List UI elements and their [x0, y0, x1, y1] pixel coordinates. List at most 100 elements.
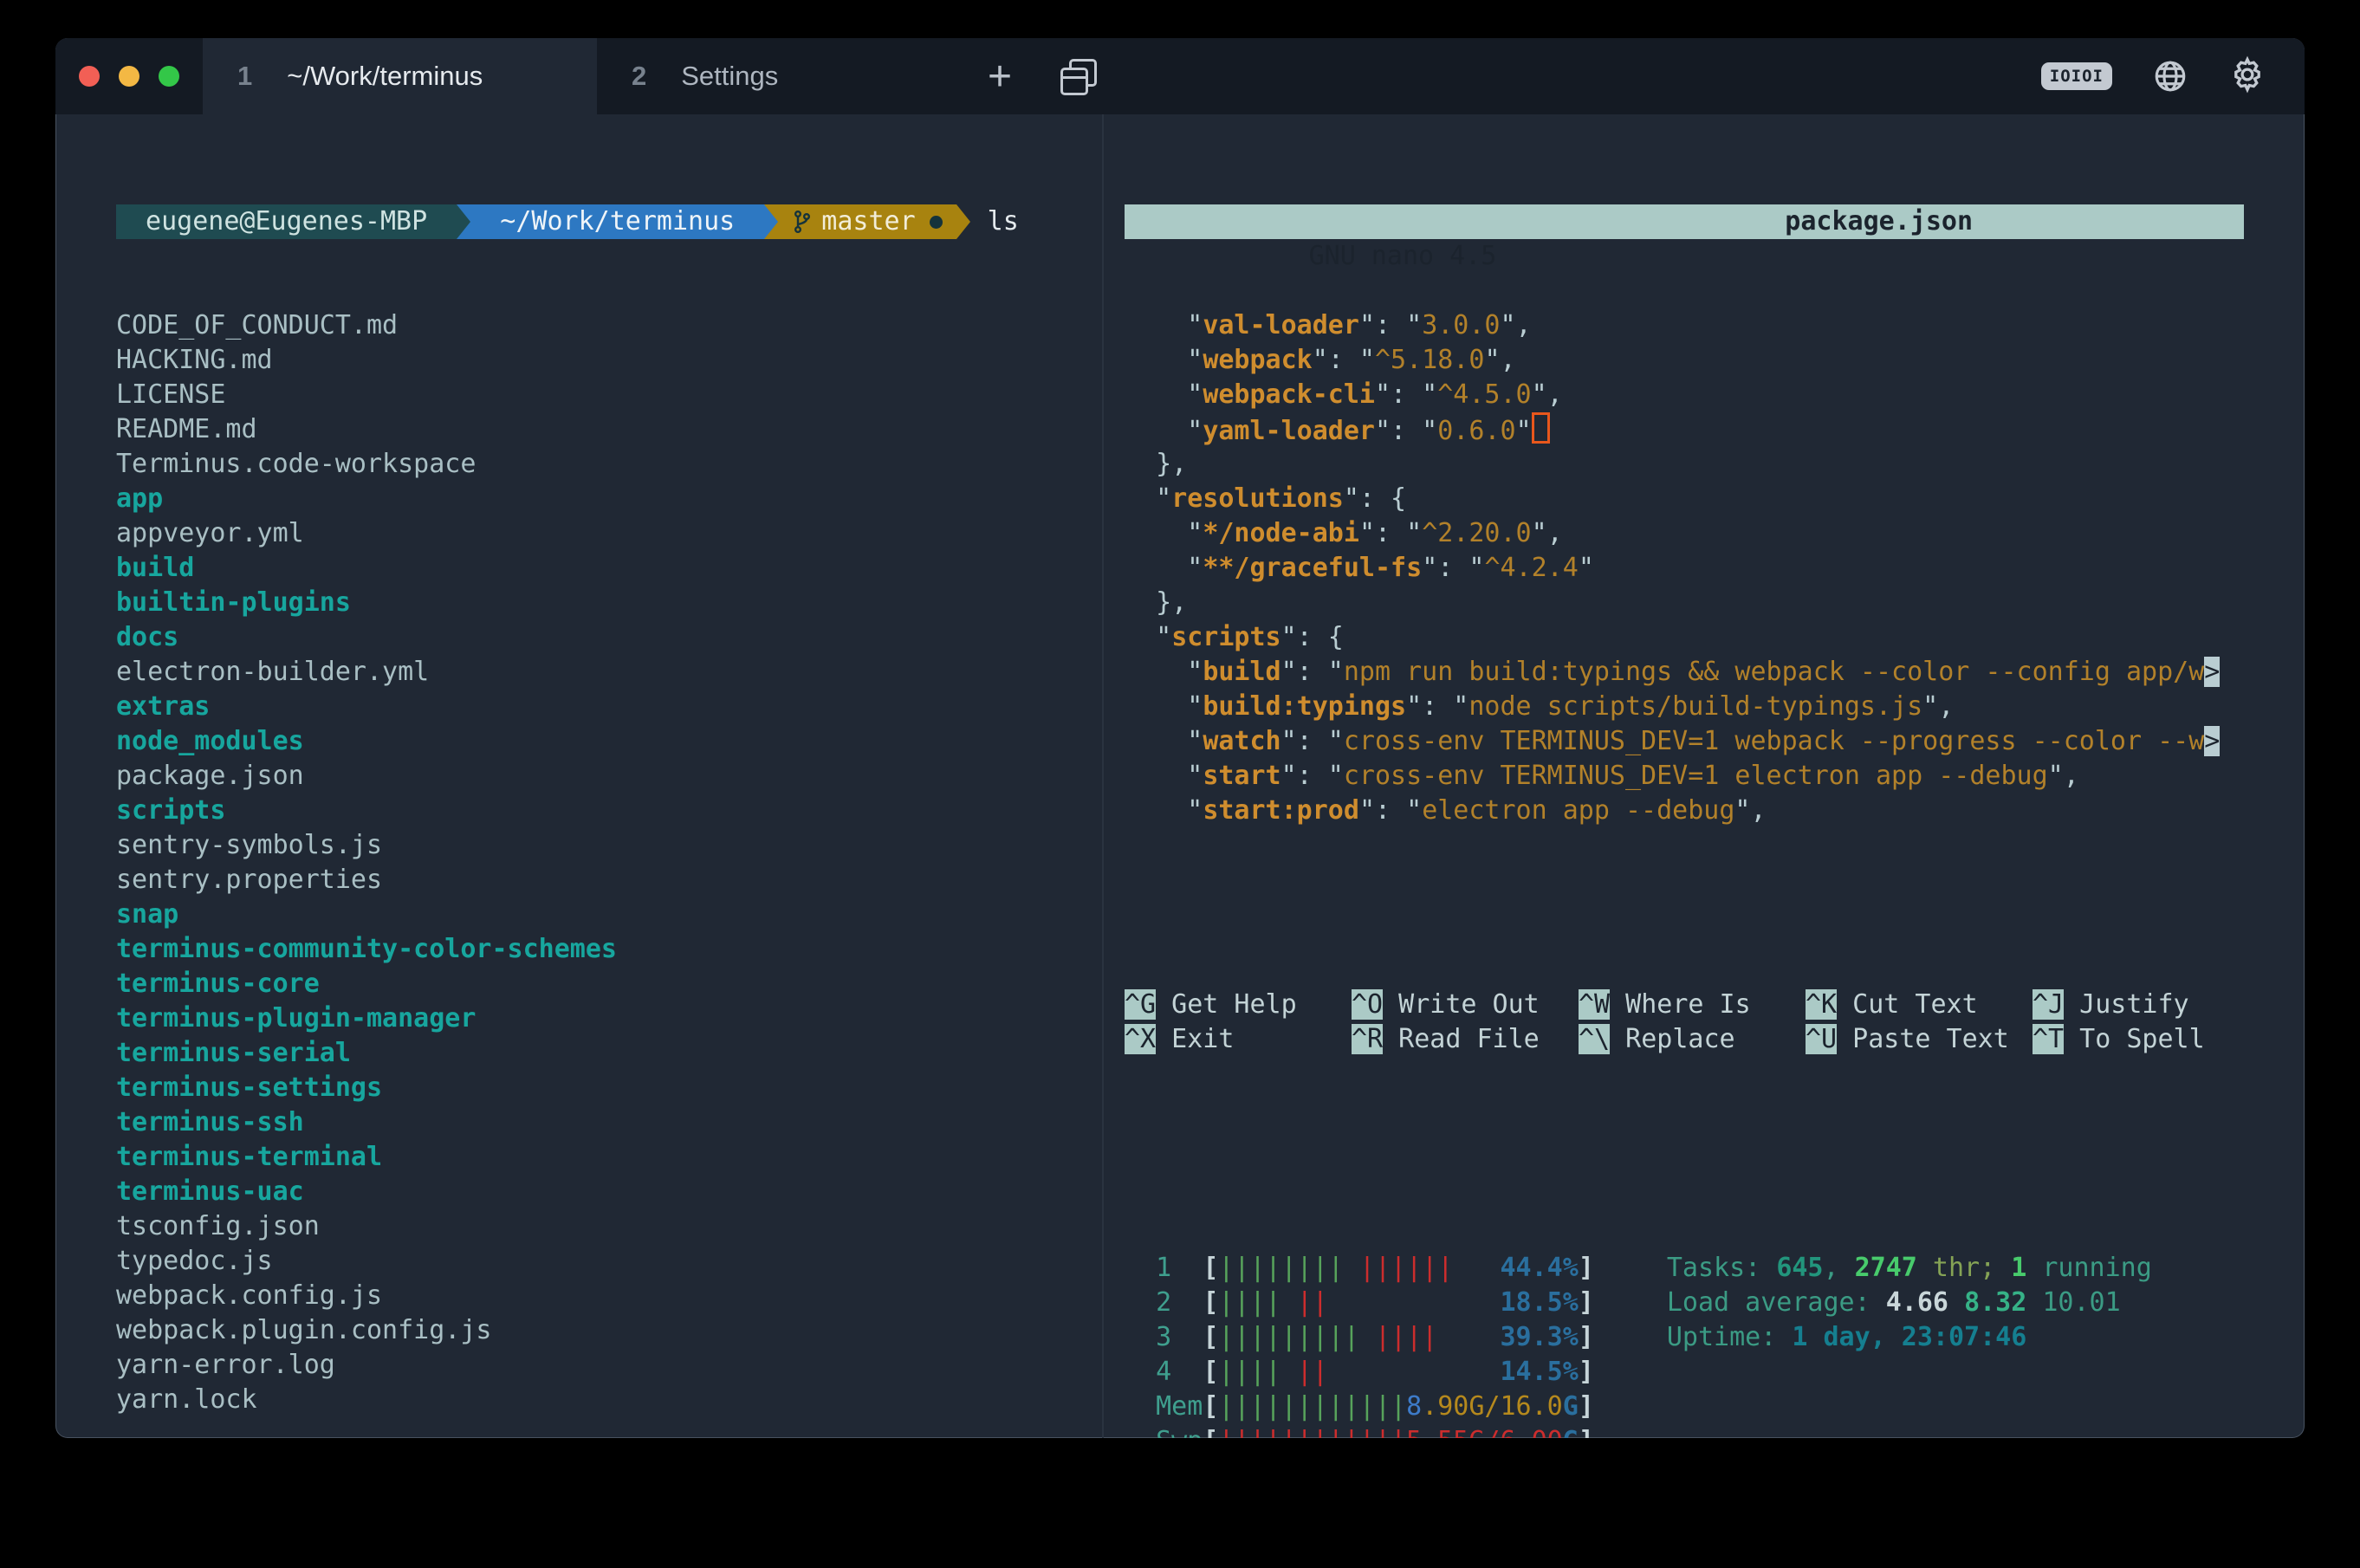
nano-code-line: "webpack": "^5.18.0", — [1125, 343, 2244, 378]
directory-entry: scripts — [116, 794, 1102, 828]
file-entry: webpack.plugin.config.js — [116, 1313, 1102, 1348]
meter-row: Mem[||||||||||||8.90G/16.0G] — [1125, 1390, 1594, 1424]
new-tab-button[interactable]: + — [961, 38, 1039, 114]
nano-code-line: "watch": "cross-env TERMINUS_DEV=1 webpa… — [1125, 724, 2244, 759]
nano-shortcut[interactable]: ^O Write Out — [1352, 988, 1579, 1022]
tab-work-terminus[interactable]: 1 ~/Work/terminus — [203, 38, 597, 114]
directory-entry: docs — [116, 620, 1102, 655]
file-entry: README.md — [116, 412, 1102, 447]
nano-shortcut[interactable]: ^K Cut Text — [1806, 988, 2033, 1022]
prompt-git-segment: master — [778, 204, 956, 239]
meter-row: 3 [||||||||| |||| 39.3%] — [1125, 1320, 1594, 1355]
nano-title-bar: GNU nano 4.5 package.json — [1125, 204, 2244, 239]
tab-title: Settings — [681, 61, 778, 92]
nano-code-line: "scripts": { — [1125, 620, 2244, 655]
directory-entry: terminus-terminal — [116, 1140, 1102, 1175]
nano-shortcut-bar: ^G Get Help^O Write Out^W Where Is^K Cut… — [1125, 988, 2244, 1057]
nano-code-line: "*/node-abi": "^2.20.0", — [1125, 516, 2244, 551]
tab-number: 1 — [237, 61, 252, 92]
nano-shortcut[interactable]: ^T To Spell — [2033, 1022, 2205, 1057]
nano-shortcut[interactable]: ^W Where Is — [1579, 988, 1806, 1022]
prompt-user-segment: eugene@Eugenes-MBP — [116, 204, 457, 239]
directory-entry: terminus-core — [116, 967, 1102, 1001]
git-branch-name: master — [821, 204, 915, 239]
file-entry: CODE_OF_CONDUCT.md — [116, 308, 1102, 343]
tab-number: 2 — [632, 61, 646, 92]
nano-shortcut[interactable]: ^J Justify — [2033, 988, 2189, 1022]
terminus-window: 1 ~/Work/terminus 2 Settings + IOIOI — [55, 38, 2305, 1438]
file-entry: sentry.properties — [116, 863, 1102, 897]
nano-code-line: }, — [1125, 586, 2244, 620]
split-tab-button[interactable] — [1039, 38, 1117, 114]
file-entry: appveyor.yml — [116, 516, 1102, 551]
git-branch-icon — [792, 209, 813, 235]
directory-entry: terminus-uac — [116, 1175, 1102, 1209]
file-entry: webpack.config.js — [116, 1279, 1102, 1313]
file-list: CODE_OF_CONDUCT.mdHACKING.mdLICENSEREADM… — [116, 308, 1102, 1417]
file-entry: HACKING.md — [116, 343, 1102, 378]
file-entry: Terminus.code-workspace — [116, 447, 1102, 482]
file-entry: tsconfig.json — [116, 1209, 1102, 1244]
settings-gear-icon[interactable] — [2228, 55, 2266, 98]
nano-code-line: "build": "npm run build:typings && webpa… — [1125, 655, 2244, 690]
zoom-window-button[interactable] — [159, 66, 179, 87]
directory-entry: terminus-ssh — [116, 1105, 1102, 1140]
nano-editor[interactable]: "val-loader": "3.0.0", "webpack": "^5.18… — [1125, 308, 2244, 828]
directory-entry: builtin-plugins — [116, 586, 1102, 620]
directory-entry: terminus-community-color-schemes — [116, 932, 1102, 967]
nano-code-line: }, — [1125, 447, 2244, 482]
tab-title: ~/Work/terminus — [287, 61, 483, 92]
nano-shortcut[interactable]: ^X Exit — [1125, 1022, 1352, 1057]
close-window-button[interactable] — [79, 66, 100, 87]
htop-summary: Tasks: 645, 2747 thr; 1 runningLoad aver… — [1667, 1251, 2152, 1438]
directory-entry: node_modules — [116, 724, 1102, 759]
file-entry: typedoc.js — [116, 1244, 1102, 1279]
nano-code-line: "val-loader": "3.0.0", — [1125, 308, 2244, 343]
nano-shortcut[interactable]: ^G Get Help — [1125, 988, 1352, 1022]
meter-row: Swp[||||||||||||5.55G/6.00G] — [1125, 1424, 1594, 1438]
nano-code-line: "yaml-loader": "0.6.0" — [1125, 412, 2244, 447]
git-status-dot-icon — [930, 216, 943, 229]
nano-shortcut[interactable]: ^\ Replace — [1579, 1022, 1806, 1057]
nano-code-line: "resolutions": { — [1125, 482, 2244, 516]
directory-entry: terminus-settings — [116, 1071, 1102, 1105]
nano-cursor — [1532, 412, 1550, 444]
directory-entry: terminus-serial — [116, 1036, 1102, 1071]
typed-command: ls — [988, 204, 1019, 239]
serial-ports-icon[interactable]: IOIOI — [2041, 62, 2112, 90]
summary-line: Tasks: 645, 2747 thr; 1 running — [1667, 1251, 2152, 1286]
duplicate-icon — [1060, 59, 1095, 94]
nano-code-line: "webpack-cli": "^4.5.0", — [1125, 378, 2244, 412]
nano-code-line: "build:typings": "node scripts/build-typ… — [1125, 690, 2244, 724]
traffic-lights — [55, 38, 203, 114]
nano-shortcut[interactable]: ^R Read File — [1352, 1022, 1579, 1057]
file-entry: LICENSE — [116, 378, 1102, 412]
directory-entry: terminus-plugin-manager — [116, 1001, 1102, 1036]
meter-row: 1 [|||||||| |||||| 44.4%] — [1125, 1251, 1594, 1286]
directory-entry: app — [116, 482, 1102, 516]
file-entry: package.json — [116, 759, 1102, 794]
file-entry: yarn.lock — [116, 1383, 1102, 1417]
nano-code-line: "start": "cross-env TERMINUS_DEV=1 elect… — [1125, 759, 2244, 794]
prompt-line-top: eugene@Eugenes-MBP ~/Work/terminus maste… — [116, 204, 1102, 239]
nano-app-version: GNU nano 4.5 — [1250, 241, 1497, 271]
directory-entry: snap — [116, 897, 1102, 932]
tab-settings[interactable]: 2 Settings — [597, 38, 961, 114]
summary-line: Uptime: 1 day, 23:07:46 — [1667, 1320, 2152, 1355]
directory-entry: extras — [116, 690, 1102, 724]
plus-icon: + — [988, 53, 1012, 100]
tab-bar: 1 ~/Work/terminus 2 Settings + IOIOI — [55, 38, 2305, 114]
globe-icon[interactable] — [2152, 58, 2188, 94]
meter-row: 2 [|||| || 18.5%] — [1125, 1286, 1594, 1320]
nano-filename: package.json — [1785, 204, 1973, 239]
right-pane[interactable]: GNU nano 4.5 package.json "val-loader": … — [1104, 114, 2305, 1438]
nano-shortcut[interactable]: ^U Paste Text — [1806, 1022, 2033, 1057]
nano-code-line: "start:prod": "electron app --debug", — [1125, 794, 2244, 828]
meter-row: 4 [|||| || 14.5%] — [1125, 1355, 1594, 1390]
minimize-window-button[interactable] — [119, 66, 139, 87]
terminal-pane[interactable]: eugene@Eugenes-MBP ~/Work/terminus maste… — [55, 114, 1102, 1438]
directory-entry: build — [116, 551, 1102, 586]
htop-meters: 1 [|||||||| |||||| 44.4%] 2 [|||| || 18.… — [1125, 1251, 1594, 1438]
summary-line: Load average: 4.66 8.32 10.01 — [1667, 1286, 2152, 1320]
prompt-path-segment: ~/Work/terminus — [470, 204, 764, 239]
